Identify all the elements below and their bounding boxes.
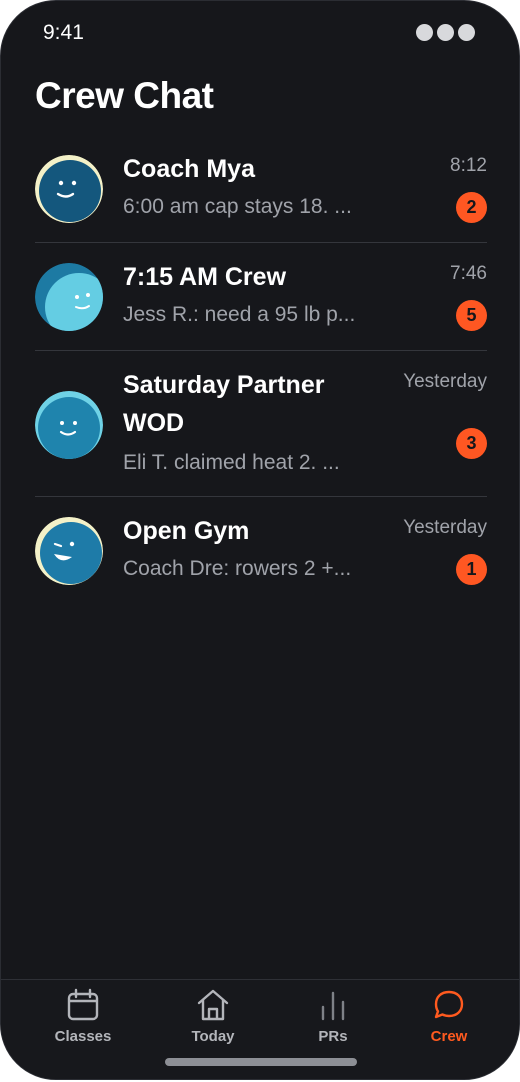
chat-row-715-am-crew[interactable]: 7:15 AM Crew Jess R.: need a 95 lb p... … [35, 243, 487, 351]
status-dot-icon [416, 24, 433, 41]
chat-row-coach-mya[interactable]: Coach Mya 6:00 am cap stays 18. ... 8:12… [35, 135, 487, 243]
unread-badge: 2 [456, 192, 487, 223]
tab-label: Classes [54, 1028, 112, 1045]
chat-preview: Jess R.: need a 95 lb p... [123, 303, 356, 326]
chat-preview: Coach Dre: rowers 2 +... [123, 557, 352, 580]
tab-prs[interactable]: PRs [273, 988, 393, 1045]
tab-label: Crew [430, 1028, 468, 1045]
bar-chart-icon [321, 991, 345, 1021]
status-dot-icon [437, 24, 454, 41]
tab-label: Today [191, 1028, 235, 1045]
status-time: 9:41 [43, 21, 84, 44]
winking-face-icon [35, 517, 103, 585]
status-dot-icon [458, 24, 475, 41]
tab-label: PRs [318, 1028, 348, 1045]
chat-preview: 6:00 am cap stays 18. ... [123, 195, 352, 218]
chat-name: 7:15 AM Crew [123, 263, 287, 291]
tab-today[interactable]: Today [153, 988, 273, 1045]
happy-face-icon [35, 391, 103, 459]
chat-name: Saturday Partner WOD [123, 371, 325, 437]
unread-badge: 1 [456, 554, 487, 585]
chat-time: Yesterday [403, 517, 487, 538]
chat-row-saturday-partner-wod[interactable]: Saturday Partner WOD Eli T. claimed heat… [35, 351, 487, 497]
home-indicator[interactable] [165, 1058, 357, 1066]
chat-row-open-gym[interactable]: Open Gym Coach Dre: rowers 2 +... Yester… [35, 497, 487, 604]
status-indicators [416, 24, 475, 41]
chat-name: Open Gym [123, 517, 250, 545]
tab-crew[interactable]: Crew [389, 988, 509, 1045]
chat-preview: Eli T. claimed heat 2. ... [123, 451, 340, 474]
unread-badge: 3 [456, 428, 487, 459]
smiling-face-icon [35, 155, 103, 223]
page-title: Crew Chat [35, 75, 214, 116]
group-face-icon [35, 263, 103, 331]
chat-name: Coach Mya [123, 155, 255, 183]
home-icon [197, 989, 229, 1021]
calendar-icon [67, 988, 99, 1021]
chat-bubble-icon [434, 990, 464, 1019]
phone-screen: 9:41 Crew Chat Coach Mya 6:00 am cap sta… [0, 0, 520, 1080]
unread-badge: 5 [456, 300, 487, 331]
tab-classes[interactable]: Classes [23, 988, 143, 1045]
chat-list: Coach Mya 6:00 am cap stays 18. ... 8:12… [35, 135, 487, 604]
chat-time: 7:46 [450, 263, 487, 284]
chat-time: Yesterday [403, 371, 487, 392]
chat-time: 8:12 [450, 155, 487, 176]
